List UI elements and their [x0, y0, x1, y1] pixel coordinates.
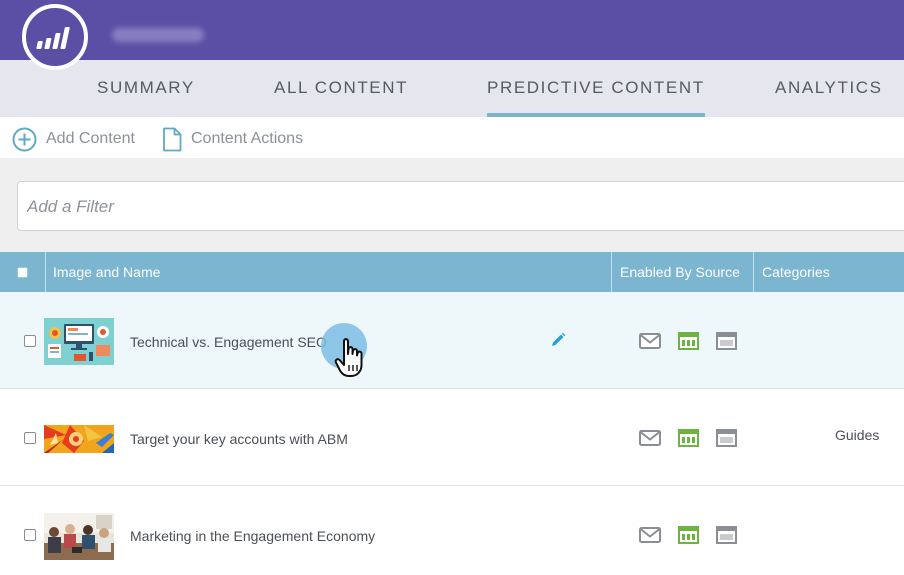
enabled-source-icons [639, 429, 737, 447]
plus-circle-icon [12, 127, 37, 151]
add-content-button[interactable]: Add Content [12, 127, 135, 151]
content-actions-label: Content Actions [191, 130, 304, 147]
row-checkbox[interactable] [24, 529, 36, 541]
thumbnail-meeting-photo [44, 513, 114, 560]
column-header-source[interactable]: Enabled By Source [611, 252, 754, 292]
rich-media-icon[interactable] [715, 332, 737, 350]
web-page-icon[interactable] [677, 332, 699, 350]
add-content-label: Add Content [46, 130, 135, 147]
table-row[interactable]: Technical vs. Engagement SEO [0, 292, 904, 389]
marketo-logo[interactable] [22, 4, 88, 70]
main-tabs: SUMMARY ALL CONTENT PREDICTIVE CONTENT A… [0, 60, 904, 117]
filter-area [0, 158, 904, 252]
filter-box [17, 181, 904, 231]
web-page-icon[interactable] [677, 526, 699, 544]
content-title[interactable]: Technical vs. Engagement SEO [130, 334, 327, 350]
filter-input[interactable] [27, 195, 627, 219]
tab-summary[interactable]: SUMMARY [97, 78, 195, 117]
content-title[interactable]: Marketing in the Engagement Economy [130, 528, 375, 544]
top-bar [0, 0, 904, 60]
edit-pencil-icon[interactable] [550, 332, 566, 353]
workspace-name[interactable] [112, 28, 204, 42]
select-all-cell [0, 252, 45, 292]
select-all-checkbox[interactable] [17, 266, 28, 278]
document-icon [163, 127, 182, 151]
rich-media-icon[interactable] [715, 429, 737, 447]
content-title[interactable]: Target your key accounts with ABM [130, 431, 348, 447]
thumbnail-seo-illustration [44, 318, 114, 365]
tab-all-content[interactable]: ALL CONTENT [274, 78, 408, 117]
content-toolbar: Add Content Content Actions [0, 117, 904, 158]
column-header-name[interactable]: Image and Name [45, 252, 612, 292]
hand-pointer-icon [334, 337, 366, 384]
table-row[interactable]: Marketing in the Engagement Economy [0, 486, 904, 575]
marketo-bars-icon [36, 27, 70, 49]
content-actions-button[interactable]: Content Actions [162, 127, 303, 151]
enabled-source-icons [639, 526, 737, 544]
tab-analytics[interactable]: ANALYTICS [775, 78, 883, 117]
content-category: Guides [835, 427, 880, 443]
web-page-icon[interactable] [677, 429, 699, 447]
tab-predictive-content[interactable]: PREDICTIVE CONTENT [487, 78, 705, 117]
rich-media-icon[interactable] [715, 526, 737, 544]
email-icon[interactable] [639, 429, 661, 447]
column-header-categories[interactable]: Categories [753, 252, 904, 292]
enabled-source-icons [639, 332, 737, 350]
row-checkbox[interactable] [24, 335, 36, 347]
row-checkbox[interactable] [24, 432, 36, 444]
thumbnail-abm-target-image [44, 425, 114, 453]
email-icon[interactable] [639, 332, 661, 350]
email-icon[interactable] [639, 526, 661, 544]
table-row[interactable]: Target your key accounts with ABM Guides [0, 389, 904, 486]
app-root: SUMMARY ALL CONTENT PREDICTIVE CONTENT A… [0, 0, 904, 575]
table-header: Image and Name Enabled By Source Categor… [0, 252, 904, 292]
